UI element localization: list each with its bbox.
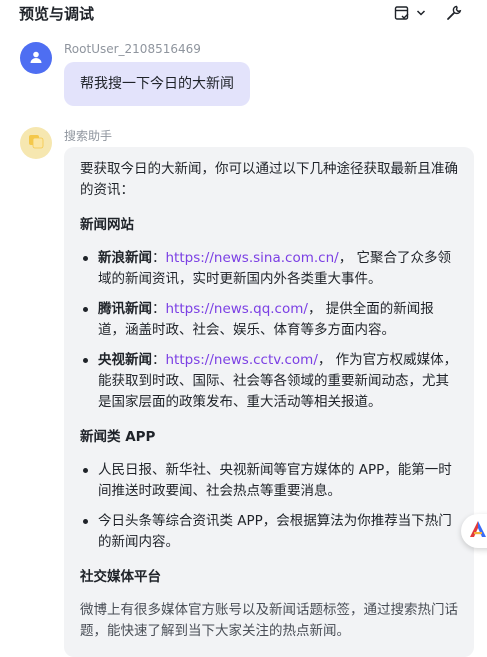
bot-avatar	[20, 127, 52, 159]
site-name: 央视新闻	[98, 352, 152, 368]
floating-assistant-button[interactable]	[461, 514, 487, 548]
site-link[interactable]: https://news.cctv.com/	[166, 352, 318, 368]
user-icon	[29, 49, 43, 68]
user-avatar	[20, 42, 52, 74]
site-name: 腾讯新闻	[98, 301, 152, 317]
preview-header: 预览与调试	[0, 0, 487, 26]
user-message-bubble: 帮我搜一下今日的大新闻	[64, 62, 250, 106]
page-title: 预览与调试	[19, 5, 95, 23]
panel-check-icon	[394, 5, 410, 21]
news-app-list: 人民日报、新华社、央视新闻等官方媒体的 APP，能第一时间推送时政要闻、社会热点…	[80, 460, 458, 553]
news-site-list: 新浪新闻：https://news.sina.com.cn/， 它聚合了众多领域…	[80, 248, 458, 413]
site-link[interactable]: https://news.sina.com.cn/	[166, 250, 339, 266]
site-link[interactable]: https://news.qq.com/	[166, 301, 308, 317]
tools-button[interactable]	[446, 4, 462, 22]
bot-intro: 要获取今日的大新闻，你可以通过以下几种途径获取最新且准确的资讯：	[80, 161, 458, 198]
wrench-icon	[446, 5, 462, 21]
cards-icon	[26, 131, 46, 155]
list-item: 今日头条等综合资讯类 APP，会根据算法为你推荐当下热门的新闻内容。	[80, 511, 458, 553]
section-title: 新闻类 APP	[80, 429, 156, 445]
separator: ：	[152, 352, 166, 368]
section-title: 新闻网站	[80, 217, 134, 233]
bot-name: 搜索助手	[64, 129, 113, 143]
separator: ：	[152, 250, 166, 266]
list-item: 腾讯新闻：https://news.qq.com/， 提供全面的新闻报道，涵盖时…	[80, 299, 458, 341]
list-item: 人民日报、新华社、央视新闻等官方媒体的 APP，能第一时间推送时政要闻、社会热点…	[80, 460, 458, 502]
list-item: 央视新闻：https://news.cctv.com/， 作为官方权威媒体，能获…	[80, 350, 458, 413]
user-name: RootUser_2108516469	[64, 42, 201, 56]
brand-a-icon	[469, 520, 487, 542]
list-item: 新浪新闻：https://news.sina.com.cn/， 它聚合了众多领域…	[80, 248, 458, 290]
debug-panel-button[interactable]	[394, 4, 426, 22]
chevron-down-icon	[416, 8, 426, 18]
separator: ：	[152, 301, 166, 317]
bot-message-bubble: 要获取今日的大新闻，你可以通过以下几种途径获取最新且准确的资讯： 新闻网站 新浪…	[64, 147, 474, 657]
social-paragraph: 微博上有很多媒体官方账号以及新闻话题标签，通过搜索热门话题，能快速了解到当下大家…	[80, 602, 458, 639]
site-name: 新浪新闻	[98, 250, 152, 266]
section-title: 社交媒体平台	[80, 569, 161, 585]
